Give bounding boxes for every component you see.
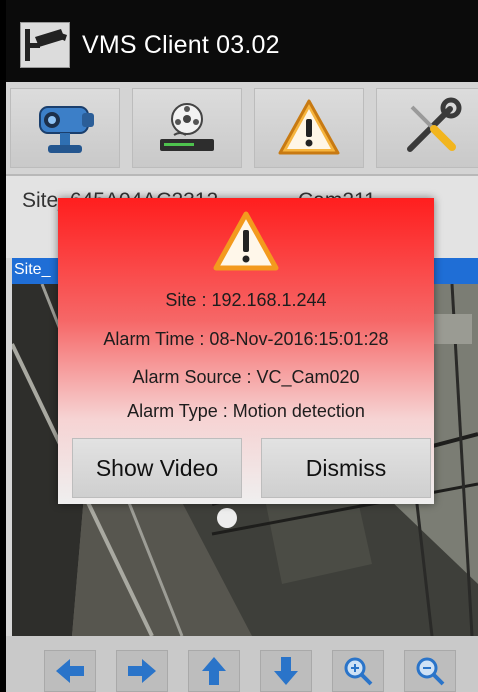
cctv-app-icon bbox=[20, 22, 70, 68]
app-screen: VMS Client 03.02 Site_ Site: 192.168.1.… bbox=[6, 0, 478, 692]
camera-icon bbox=[39, 106, 94, 153]
zoom-out-button[interactable] bbox=[404, 650, 456, 692]
zoom-out-icon bbox=[416, 657, 445, 686]
warning-icon bbox=[213, 211, 279, 271]
alarm-source-text: Alarm Source : VC_Cam020 bbox=[132, 367, 360, 387]
main-toolbar bbox=[6, 82, 478, 176]
recorder-icon bbox=[160, 103, 214, 151]
ptz-control-bar bbox=[6, 636, 478, 692]
tilt-down-button[interactable] bbox=[260, 650, 312, 692]
tilt-up-button[interactable] bbox=[188, 650, 240, 692]
alarm-dialog: Site : 192.168.1.244 Alarm Time : 08-Nov… bbox=[58, 198, 434, 504]
action-bar: VMS Client 03.02 bbox=[6, 0, 478, 82]
tools-icon bbox=[407, 97, 462, 152]
video-tile-label: Site_ bbox=[14, 261, 51, 278]
left-arrow-icon bbox=[56, 659, 84, 683]
playback-button[interactable] bbox=[132, 88, 242, 168]
down-arrow-icon bbox=[274, 657, 298, 685]
zoom-in-icon bbox=[344, 657, 373, 686]
settings-button[interactable] bbox=[376, 88, 478, 168]
alarm-site-text: Site : 192.168.1.244 bbox=[165, 290, 327, 310]
right-arrow-icon bbox=[128, 659, 156, 683]
up-arrow-icon bbox=[202, 657, 226, 685]
pan-left-button[interactable] bbox=[44, 650, 96, 692]
alarm-time-text: Alarm Time : 08-Nov-2016:15:01:28 bbox=[103, 329, 389, 349]
alarm-button[interactable] bbox=[254, 88, 364, 168]
dismiss-button[interactable]: Dismiss bbox=[261, 438, 431, 498]
zoom-in-button[interactable] bbox=[332, 650, 384, 692]
app-title: VMS Client 03.02 bbox=[82, 31, 280, 59]
alarm-type-text: Alarm Type : Motion detection bbox=[127, 401, 365, 421]
pan-right-button[interactable] bbox=[116, 650, 168, 692]
live-view-button[interactable] bbox=[10, 88, 120, 168]
show-video-button[interactable]: Show Video bbox=[72, 438, 242, 498]
warning-icon bbox=[278, 99, 340, 155]
